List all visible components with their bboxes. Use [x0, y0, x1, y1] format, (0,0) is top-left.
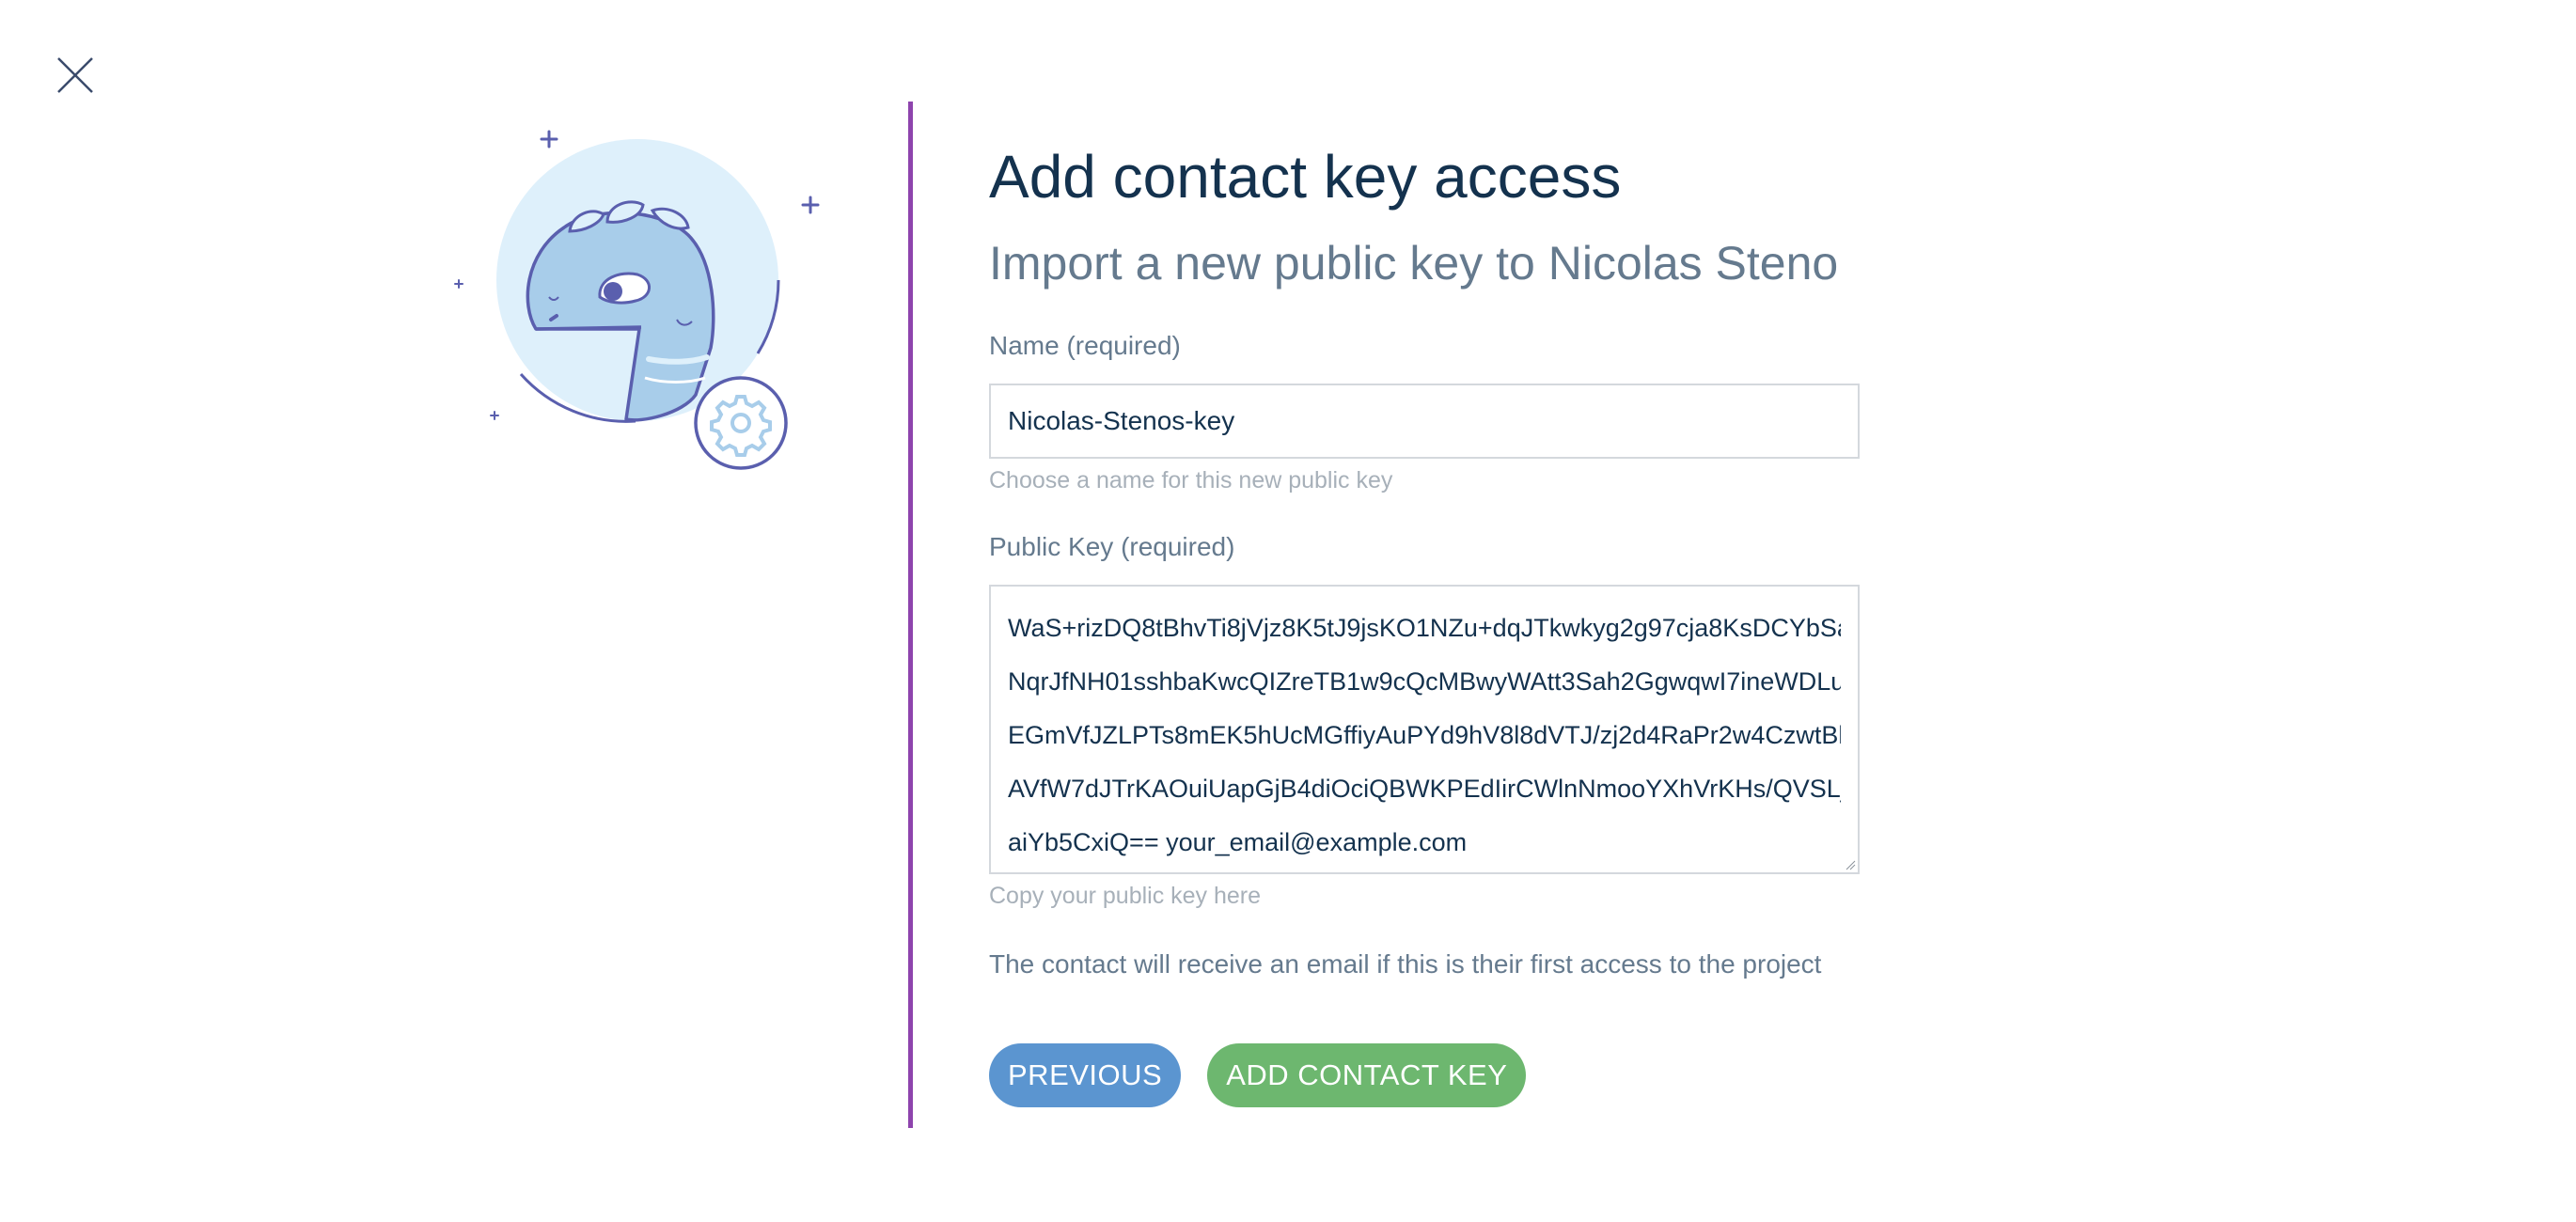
public-key-line: EGmVfJZLPTs8mEK5hUcMGffiyAuPYd9hV8l8dVTJ… [1008, 721, 1841, 749]
name-help-text: Choose a name for this new public key [989, 467, 1393, 494]
public-key-help-text: Copy your public key here [989, 883, 1262, 909]
page-title: Add contact key access [989, 143, 1622, 211]
previous-button[interactable]: PREVIOUS [989, 1043, 1182, 1107]
form-actions: PREVIOUS ADD CONTACT KEY [989, 1043, 1863, 1107]
name-label: Name (required) [989, 331, 1181, 360]
add-contact-key-button[interactable]: ADD CONTACT KEY [1207, 1043, 1527, 1107]
public-key-line: AVfW7dJTrKAOuiUapGjB4diOciQBWKPEdIirCWln… [1008, 775, 1841, 803]
public-key-line: NqrJfNH01sshbaKwcQIZreTB1w9cQcMBwyWAtt3S… [1008, 667, 1841, 696]
dinosaur-gear-illustration [442, 113, 837, 489]
email-notice: The contact will receive an email if thi… [989, 949, 1822, 979]
page-subtitle: Import a new public key to Nicolas Steno [989, 237, 1839, 290]
close-icon [57, 57, 93, 93]
close-button[interactable] [53, 53, 98, 98]
public-key-line: aiYb5CxiQ== your_email@example.com [1008, 828, 1468, 856]
public-key-label: Public Key (required) [989, 532, 1235, 561]
name-input[interactable] [989, 384, 1860, 459]
add-key-form: Add contact key access Import a new publ… [989, 139, 1863, 1107]
vertical-divider [908, 102, 913, 1128]
public-key-textarea[interactable]: WaS+rizDQ8tBhvTi8jVjz8K5tJ9jsKO1NZu+dqJT… [989, 585, 1860, 874]
public-key-line: WaS+rizDQ8tBhvTi8jVjz8K5tJ9jsKO1NZu+dqJT… [1008, 614, 1841, 642]
resize-handle-icon[interactable] [1845, 859, 1856, 870]
